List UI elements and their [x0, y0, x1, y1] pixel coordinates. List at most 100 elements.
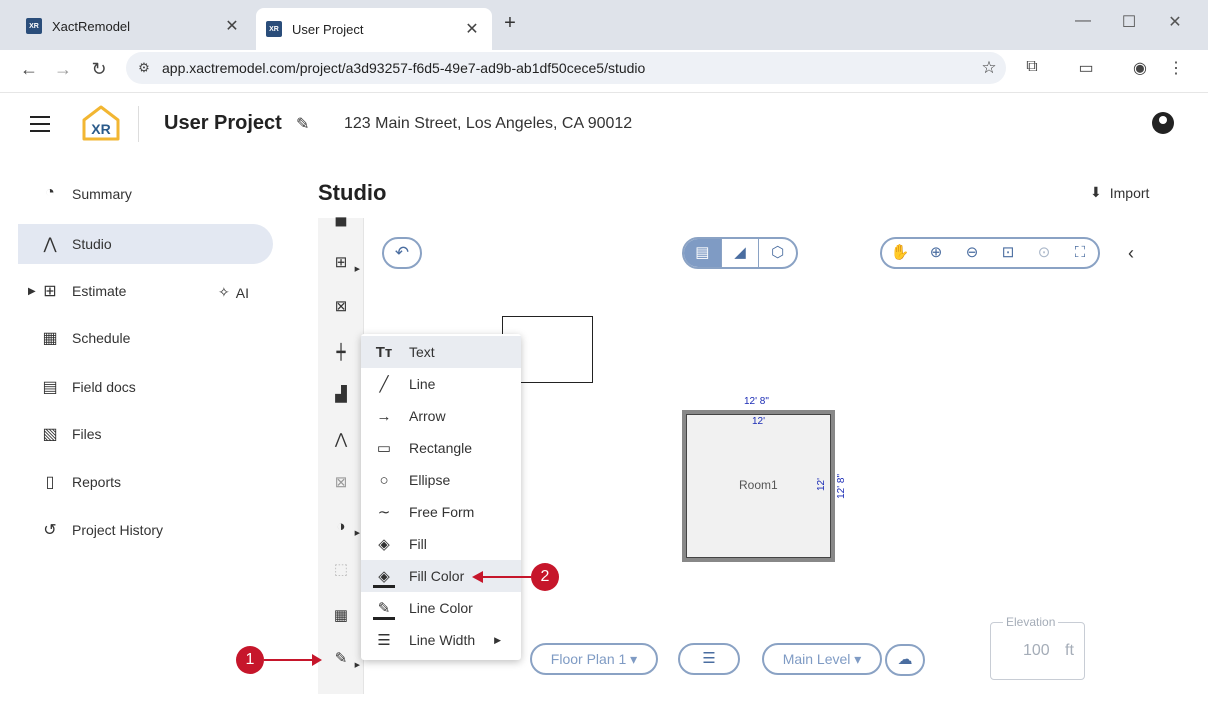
menu-item-label: Fill Color: [409, 568, 465, 584]
import-button[interactable]: ⬇ Import: [1090, 184, 1149, 201]
bookmark-star-icon[interactable]: ☆: [972, 58, 1006, 78]
more-menu-icon[interactable]: ⋮: [1164, 58, 1188, 80]
browser-tab-xactremodel[interactable]: XR XactRemodel ✕: [16, 10, 252, 42]
elevation-view-icon[interactable]: ◢: [722, 239, 760, 267]
close-icon[interactable]: ✕: [462, 19, 482, 39]
undo-icon: ↶: [394, 243, 410, 262]
sidebar-item-label: Studio: [72, 236, 112, 252]
sidebar-item-files[interactable]: ▧ Files: [18, 414, 273, 454]
box-tool-icon[interactable]: ⊠: [328, 470, 354, 496]
menu-item-line[interactable]: ╱ Line: [361, 368, 521, 400]
callout-marker-2: 2: [531, 563, 559, 591]
zoom-toolbar: ✋ ⊕ ⊖ ⊡ ⊙ ⛶: [880, 237, 1100, 269]
menu-item-free-form[interactable]: ∼ Free Form: [361, 496, 521, 528]
sliders-icon: ☰: [702, 650, 716, 667]
back-arrow-icon[interactable]: ←: [16, 56, 42, 82]
zoom-selection-icon[interactable]: ⊙: [1026, 239, 1062, 267]
tab-title: User Project: [292, 21, 364, 37]
menu-item-line-color[interactable]: ✎ Line Color: [361, 592, 521, 624]
expand-caret-icon[interactable]: ▶: [28, 286, 36, 297]
pencil-edit-icon[interactable]: ✎: [296, 114, 309, 134]
sidebar-item-field-docs[interactable]: ▤ Field docs: [18, 367, 273, 407]
menu-item-ellipse[interactable]: ○ Ellipse: [361, 464, 521, 496]
sidebar-item-label: Summary: [72, 186, 132, 202]
door-tool-icon[interactable]: ▀▶: [328, 214, 354, 228]
dimension-top-inner: 12': [752, 416, 766, 427]
zoom-out-icon[interactable]: ⊖: [954, 239, 990, 267]
sidebar-item-label: Schedule: [72, 330, 131, 346]
ai-button[interactable]: ✧ AI: [218, 284, 249, 301]
color-swatch-bar: [373, 617, 395, 620]
hamburger-menu-icon[interactable]: [30, 116, 50, 132]
room-name-label: Room1: [739, 478, 778, 492]
floor-plan-dropdown[interactable]: Floor Plan 1 ▾: [530, 643, 658, 675]
sidebar-item-reports[interactable]: ▯ Reports: [18, 462, 273, 502]
3d-view-icon[interactable]: ⬡: [759, 239, 796, 267]
split-tool-icon[interactable]: ┿: [328, 340, 354, 366]
opening-tool-icon[interactable]: ⊠: [328, 294, 354, 320]
chevron-left-icon[interactable]: ‹: [1128, 243, 1134, 264]
menu-item-arrow[interactable]: → Arrow: [361, 400, 521, 432]
stairs-tool-icon[interactable]: ▟: [328, 382, 354, 408]
address-bar[interactable]: ⚙ app.xactremodel.com/project/a3d93257-f…: [126, 52, 1006, 84]
document-icon: ▯: [45, 474, 55, 491]
elevation-value[interactable]: 100: [1023, 642, 1050, 660]
select-area-tool-icon[interactable]: ⬚: [328, 557, 354, 583]
xactremodel-logo[interactable]: XR: [80, 104, 122, 142]
pan-hand-icon[interactable]: ✋: [882, 239, 918, 267]
new-tab-plus-icon[interactable]: +: [498, 12, 522, 35]
profile-icon[interactable]: ◉: [1128, 58, 1152, 80]
site-settings-icon[interactable]: ⚙: [126, 60, 162, 76]
zoom-fit-icon[interactable]: ⊡: [990, 239, 1026, 267]
browser-tab-user-project[interactable]: XR User Project ✕: [256, 8, 492, 50]
annotation-tool-icon[interactable]: ✎ ▶: [328, 646, 360, 672]
sidebar-item-schedule[interactable]: ▦ Schedule: [18, 318, 273, 358]
undo-button[interactable]: ↶: [382, 237, 422, 269]
reload-icon[interactable]: ↻: [86, 56, 112, 82]
sidebar-item-studio[interactable]: ⋀ Studio: [18, 224, 273, 264]
line-icon: ╱: [379, 376, 389, 393]
minimize-icon[interactable]: —: [1068, 12, 1098, 30]
line-color-icon: ✎: [377, 600, 391, 617]
view-mode-toggle: ▤ ◢ ⬡: [682, 237, 798, 269]
zoom-in-icon[interactable]: ⊕: [918, 239, 954, 267]
caret-down-icon: ▾: [630, 651, 638, 667]
maximize-icon[interactable]: ☐: [1114, 12, 1144, 32]
elevation-field[interactable]: Elevation 100 ft: [990, 615, 1085, 680]
calculator-tool-icon[interactable]: ▦: [328, 603, 354, 629]
import-label: Import: [1109, 184, 1150, 201]
toolbar-divider: [0, 92, 1208, 93]
close-icon[interactable]: ✕: [222, 16, 242, 36]
level-dropdown[interactable]: Main Level ▾: [762, 643, 882, 675]
sidebar-item-project-history[interactable]: ↺ Project History: [18, 510, 273, 550]
ai-sparkle-icon: ✧: [218, 284, 230, 300]
menu-item-rectangle[interactable]: ▭ Rectangle: [361, 432, 521, 464]
menu-item-text[interactable]: Tт Text: [361, 336, 521, 368]
menu-item-line-width[interactable]: ☰ Line Width ▶: [361, 624, 521, 656]
sidebar-item-label: Estimate: [72, 283, 127, 299]
floor-plan-view-icon[interactable]: ▤: [684, 239, 722, 267]
window-tool-icon[interactable]: ⊞ ▶: [328, 250, 360, 276]
settings-sliders-button[interactable]: ☰: [678, 643, 740, 675]
account-circle-icon[interactable]: [1152, 112, 1174, 134]
callout-arrowhead-1: [312, 654, 322, 666]
extensions-icon[interactable]: ⧉: [1020, 58, 1044, 80]
ellipse-icon: ○: [379, 471, 389, 489]
url-text[interactable]: app.xactremodel.com/project/a3d93257-f6d…: [162, 60, 972, 76]
calendar-icon: ▦: [42, 330, 58, 347]
sidebar-item-label: Reports: [72, 474, 122, 490]
cloud-upload-icon: ☁: [897, 651, 913, 668]
tab-title: XactRemodel: [52, 18, 131, 34]
window-close-icon[interactable]: ✕: [1160, 12, 1190, 32]
forward-arrow-icon[interactable]: →: [50, 56, 76, 82]
sidebar-item-summary[interactable]: ◔ Summary: [18, 174, 273, 214]
roof-tool-icon[interactable]: ⋀: [328, 427, 354, 453]
menu-item-label: Line: [409, 376, 436, 392]
callout-arrowhead-2: [472, 571, 483, 583]
menu-item-fill[interactable]: ◈ Fill: [361, 528, 521, 560]
header-divider: [138, 106, 139, 142]
reading-mode-icon[interactable]: ▭: [1074, 58, 1098, 80]
fullscreen-icon[interactable]: ⛶: [1062, 239, 1098, 267]
cloud-upload-button[interactable]: ☁: [885, 644, 925, 676]
shapes-tool-icon[interactable]: ◑ ▶: [328, 514, 360, 540]
